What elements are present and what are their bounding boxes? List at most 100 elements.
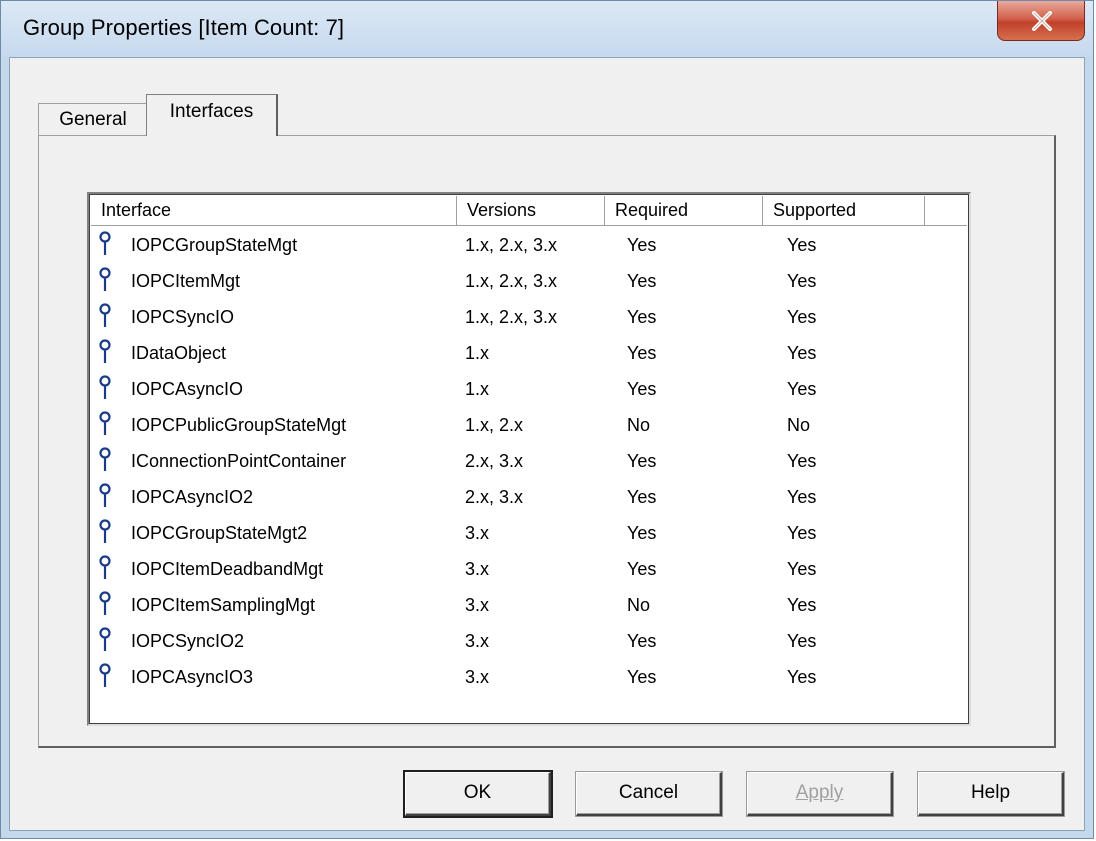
interface-lollipop-icon — [97, 375, 113, 406]
interface-supported: No — [787, 415, 811, 435]
interface-lollipop-icon — [97, 519, 113, 550]
interface-required: Yes — [627, 271, 657, 291]
interface-name: IOPCItemMgt — [131, 271, 241, 291]
table-row[interactable]: IOPCItemDeadbandMgt 3.x Yes Yes — [91, 552, 967, 588]
table-row[interactable]: IOPCAsyncIO2 2.x, 3.x Yes Yes — [91, 480, 967, 516]
dialog-window: Group Properties [Item Count: 7] General… — [0, 0, 1094, 839]
column-header-versions[interactable]: Versions — [457, 196, 605, 226]
table-row[interactable]: IOPCPublicGroupStateMgt 1.x, 2.x No No — [91, 408, 967, 444]
interface-supported: Yes — [787, 631, 817, 651]
interface-supported: Yes — [787, 343, 817, 363]
interface-supported: Yes — [787, 595, 817, 615]
interface-name: IOPCGroupStateMgt — [131, 235, 298, 255]
interface-versions: 1.x, 2.x, 3.x — [465, 307, 558, 327]
ok-button[interactable]: OK — [405, 772, 551, 816]
interface-required: Yes — [627, 235, 657, 255]
tab-interfaces[interactable]: Interfaces — [146, 94, 278, 136]
tab-general[interactable]: General — [38, 103, 148, 135]
interface-lollipop-icon — [97, 555, 113, 586]
table-row[interactable]: IOPCGroupStateMgt 1.x, 2.x, 3.x Yes Yes — [91, 228, 967, 264]
interface-name: IOPCItemSamplingMgt — [131, 595, 316, 615]
interface-versions: 2.x, 3.x — [465, 487, 524, 507]
interface-required: Yes — [627, 487, 657, 507]
interface-required: Yes — [627, 451, 657, 471]
interface-supported: Yes — [787, 523, 817, 543]
table-row[interactable]: IDataObject 1.x Yes Yes — [91, 336, 967, 372]
table-row[interactable]: IOPCAsyncIO 1.x Yes Yes — [91, 372, 967, 408]
interface-required: Yes — [627, 559, 657, 579]
title-bar[interactable]: Group Properties [Item Count: 7] — [1, 1, 1093, 57]
interface-versions: 3.x — [465, 523, 490, 543]
table-row[interactable]: IOPCAsyncIO3 3.x Yes Yes — [91, 660, 967, 696]
interface-required: Yes — [627, 343, 657, 363]
interface-supported: Yes — [787, 451, 817, 471]
interface-supported: Yes — [787, 307, 817, 327]
close-button[interactable] — [997, 1, 1085, 41]
interface-required: No — [627, 595, 651, 615]
interface-versions: 1.x — [465, 343, 490, 363]
interface-lollipop-icon — [97, 339, 113, 370]
table-row[interactable]: IOPCItemSamplingMgt 3.x No Yes — [91, 588, 967, 624]
table-row[interactable]: IOPCGroupStateMgt2 3.x Yes Yes — [91, 516, 967, 552]
interface-lollipop-icon — [97, 267, 113, 298]
cancel-button[interactable]: Cancel — [576, 772, 722, 816]
interface-versions: 1.x, 2.x, 3.x — [465, 235, 558, 255]
interface-lollipop-icon — [97, 627, 113, 658]
interface-name: IOPCSyncIO2 — [131, 631, 245, 651]
interface-required: Yes — [627, 307, 657, 327]
interface-lollipop-icon — [97, 411, 113, 442]
list-rows: IOPCGroupStateMgt 1.x, 2.x, 3.x Yes Yes IOPC… — [91, 228, 967, 696]
interface-versions: 3.x — [465, 559, 490, 579]
interface-lollipop-icon — [97, 663, 113, 694]
interface-supported: Yes — [787, 559, 817, 579]
table-row[interactable]: IOPCSyncIO 1.x, 2.x, 3.x Yes Yes — [91, 300, 967, 336]
interface-versions: 2.x, 3.x — [465, 451, 524, 471]
interface-name: IDataObject — [131, 343, 227, 363]
help-button[interactable]: Help — [918, 772, 1064, 816]
dialog-client-area: General Interfaces Interface Versions Re… — [9, 57, 1085, 831]
interface-lollipop-icon — [97, 591, 113, 622]
apply-button-label: Apply — [795, 782, 844, 803]
interface-required: Yes — [627, 667, 657, 687]
interface-required: No — [627, 415, 651, 435]
interface-supported: Yes — [787, 379, 817, 399]
table-row[interactable]: IOPCItemMgt 1.x, 2.x, 3.x Yes Yes — [91, 264, 967, 300]
interface-required: Yes — [627, 631, 657, 651]
interface-supported: Yes — [787, 235, 817, 255]
interfaces-list[interactable]: Interface Versions Required Supported IO… — [87, 192, 971, 726]
column-header-supported[interactable]: Supported — [763, 196, 925, 226]
window-title: Group Properties [Item Count: 7] — [23, 15, 345, 40]
list-header: Interface Versions Required Supported — [91, 196, 967, 226]
interface-supported: Yes — [787, 667, 817, 687]
interface-versions: 3.x — [465, 631, 490, 651]
interface-name: IOPCAsyncIO2 — [131, 487, 254, 507]
interface-versions: 1.x — [465, 379, 490, 399]
column-header-interface[interactable]: Interface — [91, 196, 457, 226]
interface-name: IOPCItemDeadbandMgt — [131, 559, 324, 579]
interface-lollipop-icon — [97, 231, 113, 262]
column-header-filler — [925, 196, 967, 226]
interfaces-tab-panel: Interface Versions Required Supported IO… — [38, 135, 1056, 748]
interface-name: IOPCGroupStateMgt2 — [131, 523, 308, 543]
interface-lollipop-icon — [97, 303, 113, 334]
interface-versions: 1.x, 2.x — [465, 415, 524, 435]
interface-required: Yes — [627, 523, 657, 543]
interface-versions: 3.x — [465, 595, 490, 615]
close-icon — [1032, 11, 1052, 31]
apply-button[interactable]: Apply — [747, 772, 893, 816]
interface-versions: 3.x — [465, 667, 490, 687]
interface-name: IOPCAsyncIO3 — [131, 667, 254, 687]
interface-name: IConnectionPointContainer — [131, 451, 347, 471]
interface-name: IOPCPublicGroupStateMgt — [131, 415, 347, 435]
interface-lollipop-icon — [97, 447, 113, 478]
interface-required: Yes — [627, 379, 657, 399]
table-row[interactable]: IConnectionPointContainer 2.x, 3.x Yes Yes — [91, 444, 967, 480]
interface-supported: Yes — [787, 487, 817, 507]
interface-name: IOPCAsyncIO — [131, 379, 244, 399]
column-header-required[interactable]: Required — [605, 196, 763, 226]
interface-supported: Yes — [787, 271, 817, 291]
interface-versions: 1.x, 2.x, 3.x — [465, 271, 558, 291]
interface-lollipop-icon — [97, 483, 113, 514]
interface-name: IOPCSyncIO — [131, 307, 235, 327]
table-row[interactable]: IOPCSyncIO2 3.x Yes Yes — [91, 624, 967, 660]
